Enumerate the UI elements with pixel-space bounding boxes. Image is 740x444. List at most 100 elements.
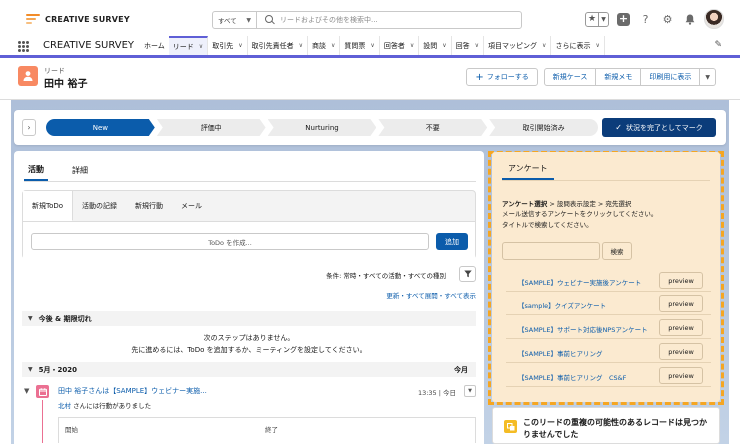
chevron-down-icon[interactable]: ∨ (299, 42, 303, 49)
chevron-down-icon: ▼ (246, 16, 251, 24)
survey-list-item: 【SAMPLE】事前ヒアリング CS&F preview (506, 365, 711, 387)
timeline-links[interactable]: 更新・すべて展開・すべて表示 (386, 290, 476, 300)
nav-tab-label: 項目マッピング (488, 41, 538, 50)
chevron-down-icon[interactable]: ∨ (542, 42, 546, 49)
chevron-down-icon[interactable]: ∨ (442, 42, 446, 49)
preview-button[interactable]: preview (659, 295, 703, 312)
help-icon[interactable]: ? (638, 12, 653, 27)
preview-button[interactable]: preview (659, 319, 703, 336)
upcoming-section-header[interactable]: ▼ 今後 & 期限切れ (22, 311, 476, 326)
path-stage[interactable]: 評価中 (157, 119, 266, 136)
survey-title-link[interactable]: 【SAMPLE】事前ヒアリング CS&F (518, 372, 626, 382)
path-stage[interactable]: 不要 (378, 119, 487, 136)
brand-logo[interactable]: CREATIVE SURVEY (26, 14, 130, 24)
chevron-down-icon[interactable]: ∨ (238, 42, 242, 49)
nav-tab[interactable]: 取引先責任者 ∨ (248, 36, 309, 55)
nav-tab-label: リード (172, 42, 194, 51)
path-stage[interactable]: 取引開始済み (489, 119, 598, 136)
nav-tab[interactable]: 回答 ∨ (452, 36, 485, 55)
tab-new-event[interactable]: 新規行動 (126, 191, 172, 221)
mark-status-complete-button[interactable]: ✓ 状況を完了としてマーク (602, 118, 716, 137)
tab-details[interactable]: 詳細 (68, 159, 92, 181)
nav-tab[interactable]: 項目マッピング ∨ (484, 36, 552, 55)
preview-button[interactable]: preview (659, 272, 703, 289)
global-header: CREATIVE SURVEY すべて ▼ リードおよびその他を検索中... ★… (0, 0, 740, 36)
record-title: 田中 裕子 (44, 79, 88, 90)
app-launcher-icon[interactable] (18, 41, 29, 52)
chevron-down-icon[interactable]: ▼ (24, 387, 29, 395)
path-stages: New 評価中 Nurturing 不要 取引開始済み (46, 119, 600, 136)
chevron-down-icon: ▼ (28, 315, 33, 322)
path-stage[interactable]: Nurturing (268, 119, 377, 136)
survey-search-button[interactable]: 検索 (602, 242, 632, 260)
timeline-item-title[interactable]: 田中 裕子さんは【SAMPLE】ウェビナー実施... (58, 386, 207, 396)
preview-button[interactable]: preview (659, 343, 703, 360)
bell-icon[interactable] (682, 12, 697, 27)
preview-button[interactable]: preview (659, 367, 703, 384)
survey-title-link[interactable]: 【SAMPLE】サポート対応後NPSアンケート (518, 324, 648, 334)
lead-icon (18, 66, 38, 86)
month-section-header[interactable]: ▼ 5月・2020 今月 (22, 362, 476, 377)
survey-title-link[interactable]: 【sample】クイズアンケート (518, 300, 606, 310)
chevron-down-icon[interactable]: ∨ (370, 42, 374, 49)
more-actions-chevron-down-icon[interactable]: ▼ (700, 68, 716, 86)
survey-title-link[interactable]: 【SAMPLE】事前ヒアリング (518, 348, 602, 358)
global-actions-button[interactable]: + (616, 12, 631, 27)
timeline-line (42, 400, 43, 443)
breadcrumb-current: アンケート選択 (502, 200, 548, 208)
printable-view-button[interactable]: 印刷用に表示 (641, 68, 701, 86)
breadcrumb-rest: > 設問表示設定 > 宛先選択 (547, 200, 632, 208)
tab-new-todo[interactable]: 新規ToDo (23, 191, 74, 221)
empty-next-steps-line2: 先に進めるには、ToDo を追加するか、ミーティングを設定してください。 (131, 346, 367, 354)
follow-button[interactable]: + フォローする (466, 68, 538, 86)
nav-tab[interactable]: 質問票 ∨ (340, 36, 380, 55)
chevron-down-icon[interactable]: ∨ (410, 42, 414, 49)
plus-icon: + (475, 71, 484, 83)
new-note-button[interactable]: 新規メモ (596, 68, 642, 86)
nav-tab[interactable]: 回答者 ∨ (380, 36, 420, 55)
survey-search-input[interactable] (502, 242, 600, 260)
favorites-dropdown-icon[interactable]: ▼ (599, 13, 608, 26)
nav-tab[interactable]: 商談 ∨ (308, 36, 341, 55)
search-input[interactable]: リードおよびその他を検索中... (280, 15, 378, 25)
tab-activity[interactable]: 活動 (24, 159, 48, 181)
path-stage[interactable]: New (46, 119, 155, 136)
upcoming-label: 今後 & 期限切れ (38, 314, 92, 323)
search-scope-select[interactable]: すべて ▼ (213, 12, 257, 28)
filter-summary: 条件: 常時・すべての活動・すべての種別 (326, 272, 446, 280)
tab-survey[interactable]: アンケート (502, 158, 554, 180)
chevron-right-icon[interactable]: › (22, 119, 36, 136)
star-icon[interactable]: ★ (586, 12, 599, 26)
chevron-down-icon[interactable]: ∨ (475, 42, 479, 49)
record-header: リード 田中 裕子 + フォローする 新規ケース 新規メモ 印刷用に表示 ▼ (0, 58, 740, 100)
filter-icon[interactable] (459, 266, 476, 282)
chevron-down-icon[interactable]: ∨ (199, 43, 203, 50)
add-todo-button[interactable]: 追加 (436, 233, 468, 250)
gear-icon[interactable]: ⚙ (660, 12, 675, 27)
check-icon: ✓ (615, 123, 622, 132)
tab-email[interactable]: メール (172, 191, 211, 221)
divider (506, 291, 711, 292)
month-right-label: 今月 (454, 365, 468, 374)
survey-list-item: 【SAMPLE】サポート対応後NPSアンケート preview (506, 317, 711, 339)
composer-body: ToDo を作成... 追加 (23, 221, 475, 259)
nav-tab[interactable]: さらに表示 ∨ (551, 36, 605, 55)
nav-tab[interactable]: リード ∨ (168, 36, 209, 55)
actor-link[interactable]: 北村 (58, 402, 71, 410)
nav-tab-label: 取引先責任者 (251, 41, 294, 50)
chevron-down-icon[interactable]: ▼ (464, 385, 476, 397)
nav-tab[interactable]: 設問 ∨ (419, 36, 452, 55)
todo-input[interactable]: ToDo を作成... (31, 233, 429, 250)
chevron-down-icon[interactable]: ∨ (331, 42, 335, 49)
avatar[interactable] (704, 9, 724, 29)
divider (506, 338, 711, 339)
survey-list-item: 【sample】クイズアンケート preview (506, 293, 711, 315)
nav-tab[interactable]: 取引先 ∨ (208, 36, 248, 55)
chevron-down-icon[interactable]: ∨ (595, 42, 599, 49)
nav-tab[interactable]: ホーム (140, 36, 169, 55)
tab-log-call[interactable]: 活動の記録 (73, 191, 126, 221)
edit-nav-pencil-icon[interactable]: ✎ (714, 40, 722, 50)
empty-next-steps-line1: 次のステップはありません。 (203, 334, 295, 342)
new-case-button[interactable]: 新規ケース (543, 68, 597, 86)
survey-title-link[interactable]: 【SAMPLE】ウェビナー実施後アンケート (518, 277, 641, 287)
